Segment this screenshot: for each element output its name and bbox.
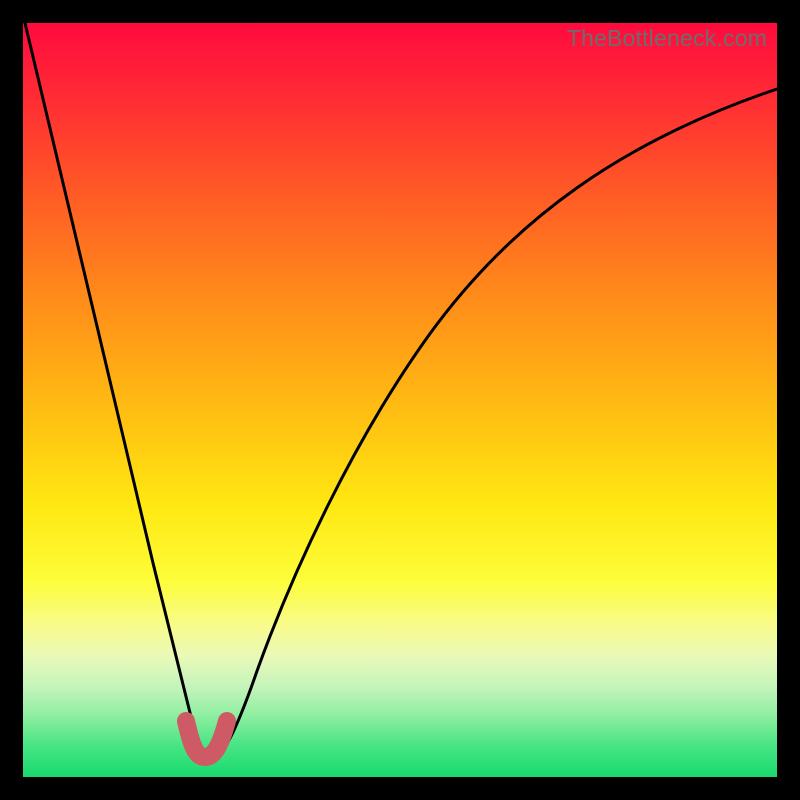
- optimal-range-marker: [186, 721, 227, 757]
- bottleneck-curve: [25, 23, 777, 758]
- chart-plot-area: TheBottleneck.com: [23, 23, 777, 777]
- chart-svg: [23, 23, 777, 777]
- watermark-text: TheBottleneck.com: [567, 25, 767, 52]
